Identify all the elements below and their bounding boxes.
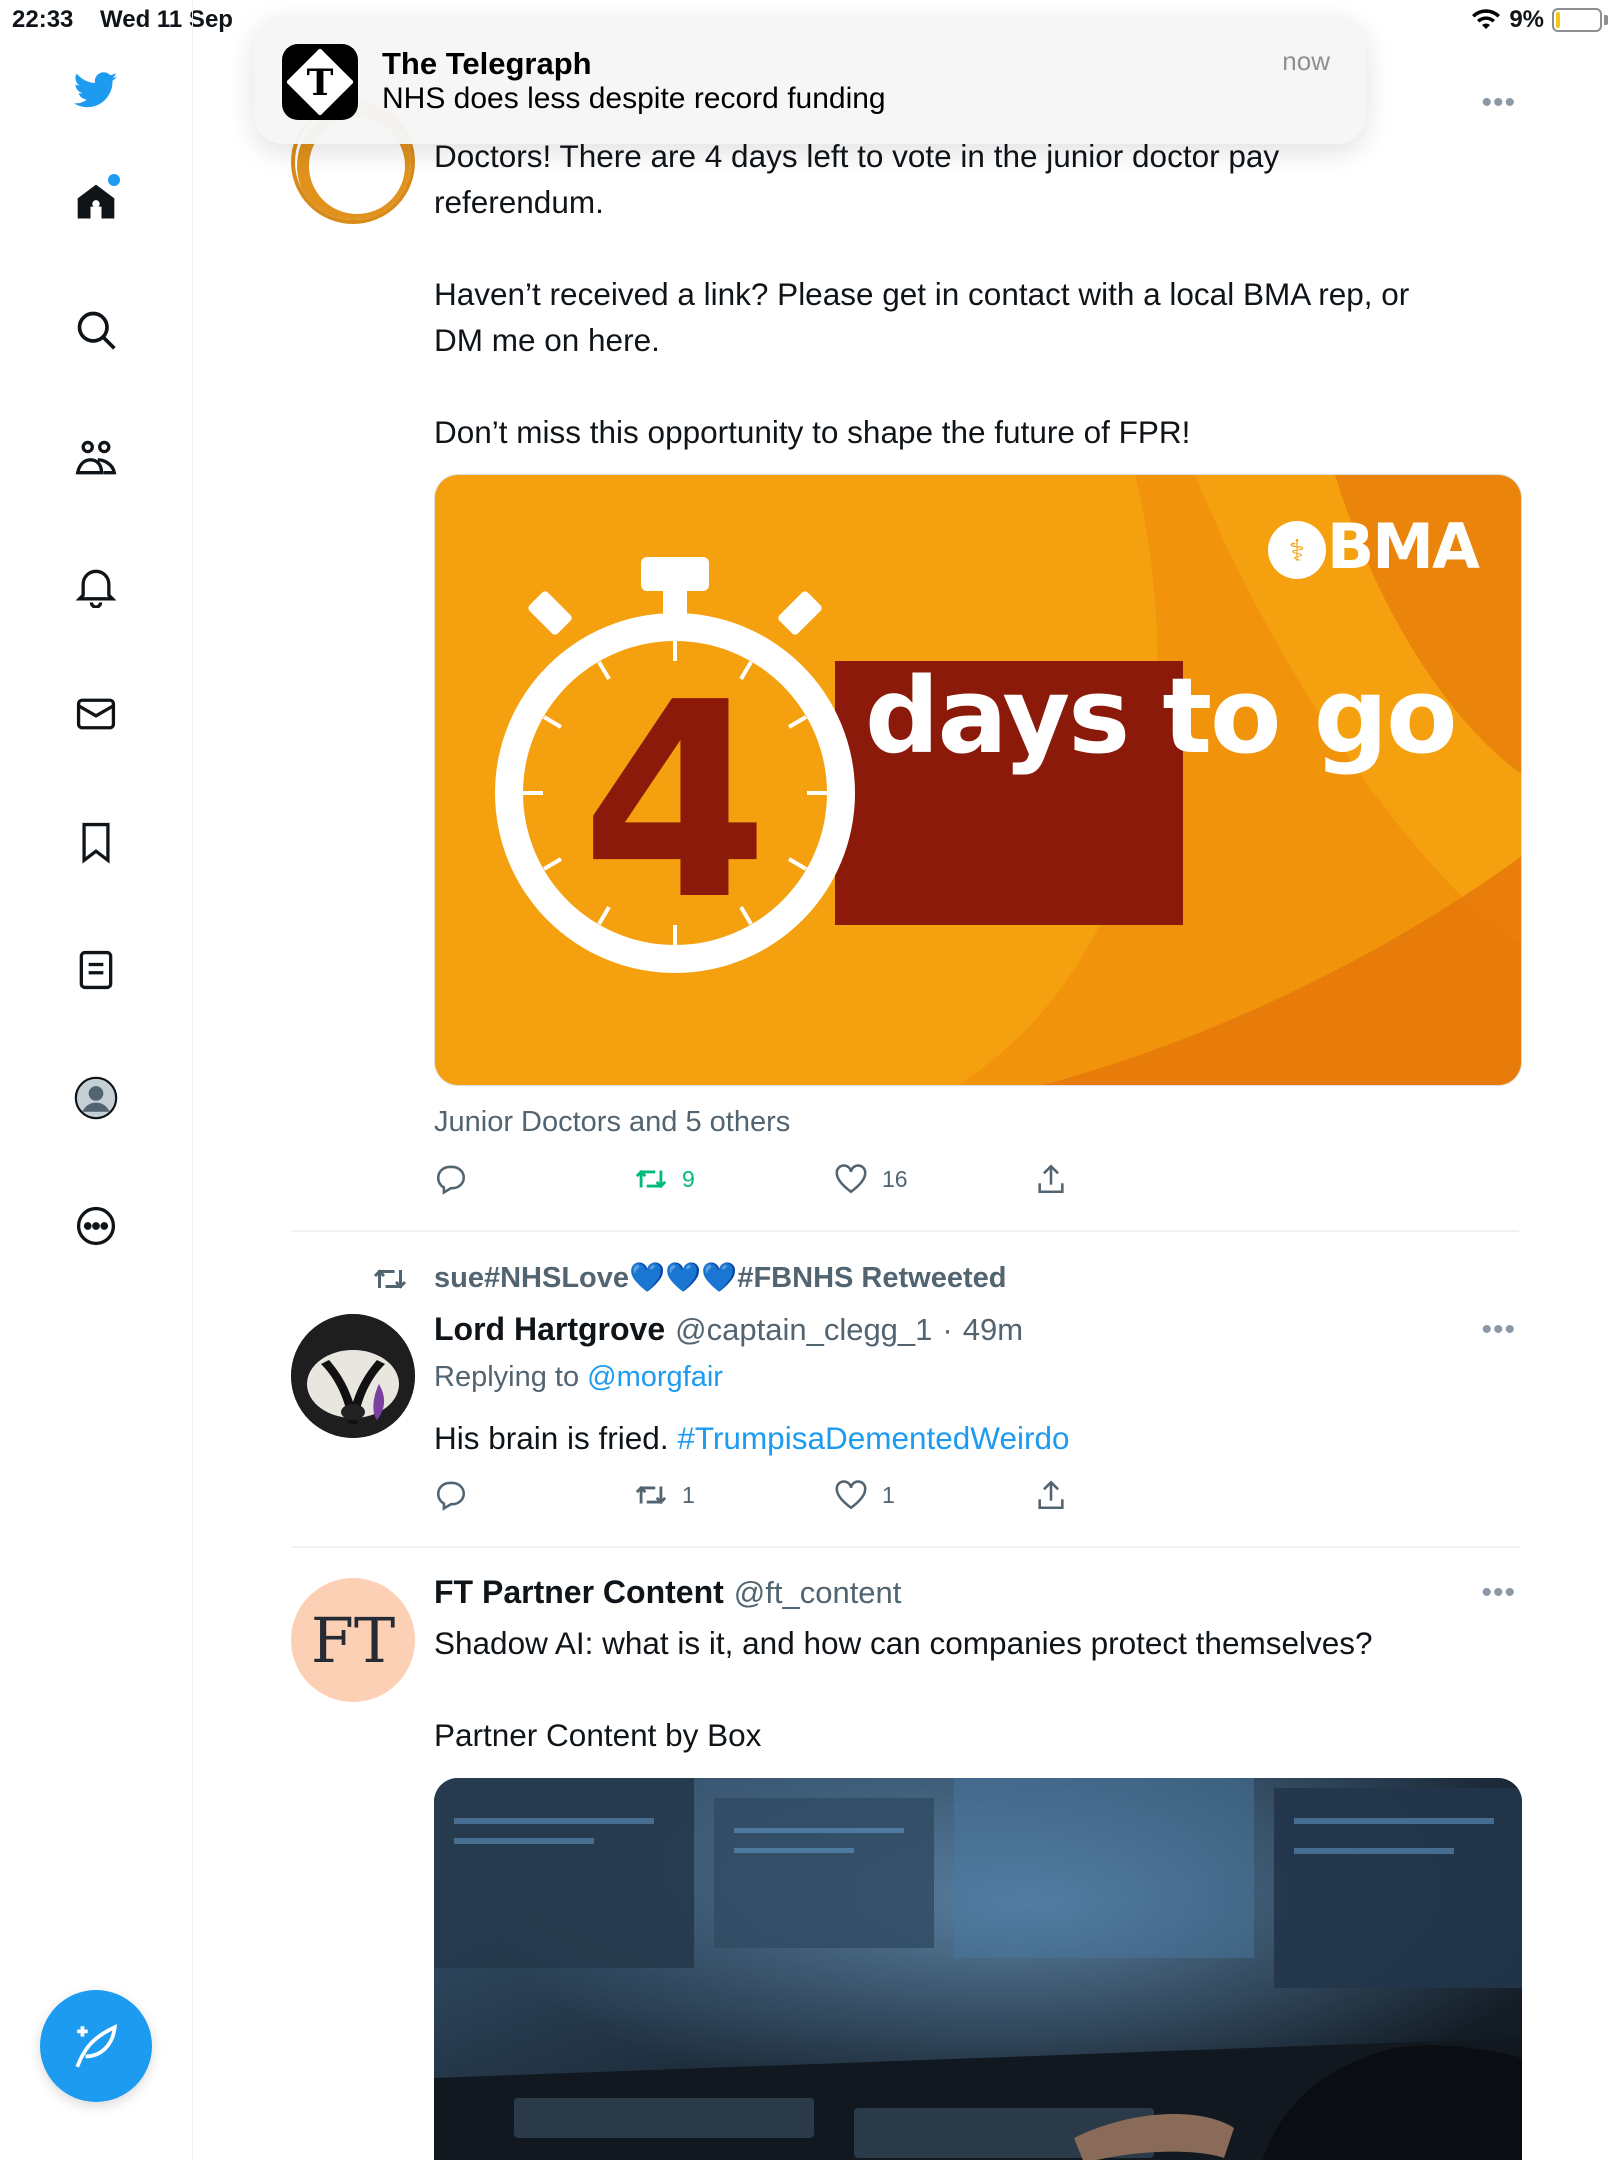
- telegraph-app-icon: T: [282, 44, 358, 120]
- tweet-more-button[interactable]: •••: [1481, 1313, 1516, 1347]
- heart-icon: [835, 1480, 867, 1510]
- retweet-count: 9: [682, 1165, 695, 1192]
- tweet-avatar[interactable]: [291, 1314, 415, 1438]
- bookmarks-icon[interactable]: [66, 812, 126, 872]
- svg-text:⚕: ⚕: [1289, 534, 1305, 569]
- share-button[interactable]: [1034, 1478, 1068, 1512]
- reply-button[interactable]: [434, 1478, 468, 1512]
- tweet-text-line: Haven’t received a link? Please get in c…: [434, 276, 1410, 312]
- tweet-divider: [291, 1230, 1519, 1232]
- author-name: Lord Hartgrove: [434, 1311, 666, 1347]
- tweet-divider: [291, 1546, 1519, 1548]
- tweet-text-line: referendum.: [434, 184, 604, 220]
- notification-time: now: [1282, 46, 1330, 76]
- bma-number: 4: [581, 644, 769, 959]
- profile-icon[interactable]: [66, 1068, 126, 1128]
- notification-message: NHS does less despite record funding: [382, 82, 886, 115]
- tweet-image-bma[interactable]: 4 ⚕ days to go BMA: [434, 474, 1522, 1086]
- like-button[interactable]: 16: [834, 1162, 908, 1196]
- retweet-icon: [373, 1269, 407, 1289]
- retweeted-by-text: sue#NHSLove💙💙💙#FBNHS Retweeted: [434, 1262, 1007, 1294]
- tweet-text-line: DM me on here.: [434, 322, 660, 358]
- tweet-subtext: Partner Content by Box: [434, 1717, 762, 1753]
- liked-by-line[interactable]: Junior Doctors and 5 others: [434, 1106, 790, 1139]
- tweet-time: 49m: [962, 1312, 1024, 1347]
- reply-button[interactable]: [434, 1162, 468, 1196]
- search-icon[interactable]: [66, 300, 126, 360]
- tweet-text-line: Don’t miss this opportunity to shape the…: [434, 414, 1191, 450]
- retweeted-by[interactable]: sue#NHSLove💙💙💙#FBNHS Retweeted: [373, 1261, 1007, 1295]
- retweet-button[interactable]: 9: [634, 1162, 695, 1196]
- author-handle: @ft_content: [733, 1575, 902, 1610]
- notifications-icon[interactable]: [66, 556, 126, 616]
- bma-caption: days to go: [865, 655, 1458, 777]
- lists-icon[interactable]: [66, 940, 126, 1000]
- control-room-photo: [434, 1778, 1522, 2160]
- share-button[interactable]: [1034, 1162, 1068, 1196]
- tweet-more-button[interactable]: •••: [1481, 1576, 1516, 1610]
- communities-icon[interactable]: [66, 428, 126, 488]
- like-button[interactable]: 1: [834, 1478, 895, 1512]
- timeline-feed: Vote Yes for strike action ••• Doctors! …: [194, 0, 1620, 2160]
- like-count: 16: [882, 1165, 908, 1192]
- replying-to-line: Replying to @morgfair: [434, 1361, 723, 1394]
- tweet-actions: 9 16: [434, 1162, 1074, 1202]
- push-notification[interactable]: T The Telegraph NHS does less despite re…: [254, 16, 1366, 144]
- tweet-text: Shadow AI: what is it, and how can compa…: [434, 1625, 1373, 1661]
- home-notification-dot: [108, 174, 120, 186]
- tweet-text-body: His brain is fried.: [434, 1420, 669, 1456]
- tweet-author[interactable]: Lord Hartgrove @captain_clegg_1 · 49m: [434, 1311, 1023, 1348]
- tweet-author[interactable]: FT Partner Content @ft_content: [434, 1574, 901, 1611]
- compose-tweet-button[interactable]: [40, 1990, 152, 2102]
- home-icon[interactable]: [66, 172, 126, 232]
- replying-to-link[interactable]: @morgfair: [587, 1361, 723, 1393]
- more-icon[interactable]: [66, 1196, 126, 1256]
- sidebar: [0, 0, 193, 2160]
- badger-avatar-image: [291, 1314, 415, 1438]
- messages-icon[interactable]: [66, 684, 126, 744]
- reply-icon: [436, 1481, 465, 1511]
- twitter-logo-icon[interactable]: [66, 60, 126, 120]
- retweet-icon: [635, 1169, 667, 1189]
- retweet-count: 1: [682, 1481, 695, 1508]
- hashtag-link[interactable]: #TrumpisaDementedWeirdo: [677, 1420, 1069, 1456]
- author-handle: @captain_clegg_1: [675, 1312, 933, 1347]
- tweet-text: His brain is fried. #TrumpisaDementedWei…: [434, 1415, 1070, 1461]
- replying-prefix: Replying to: [434, 1361, 580, 1393]
- tweet-more-button[interactable]: •••: [1481, 86, 1516, 120]
- author-name: FT Partner Content: [434, 1574, 724, 1610]
- ft-avatar-text: FT: [310, 1603, 396, 1677]
- notification-app-name: The Telegraph: [382, 46, 592, 81]
- tweet-avatar[interactable]: FT: [291, 1578, 415, 1702]
- separator: ·: [942, 1312, 953, 1347]
- tweet-image-control-room[interactable]: [434, 1778, 1522, 2160]
- compose-tweet-icon: [75, 2024, 117, 2068]
- share-icon: [1038, 1164, 1064, 1194]
- reply-icon: [436, 1165, 465, 1195]
- svg-text:T: T: [307, 62, 334, 104]
- heart-icon: [835, 1164, 867, 1194]
- retweet-icon: [635, 1485, 667, 1505]
- like-count: 1: [882, 1481, 895, 1508]
- bma-logo: BMA: [1327, 510, 1480, 583]
- tweet-actions: 1 1: [434, 1478, 1074, 1518]
- share-icon: [1038, 1480, 1064, 1510]
- retweet-button[interactable]: 1: [634, 1478, 695, 1512]
